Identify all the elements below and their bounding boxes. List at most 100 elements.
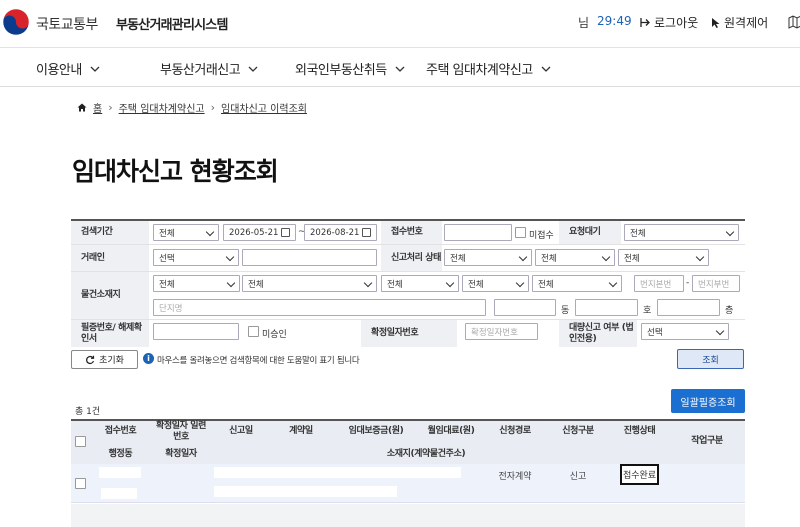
large-report-select[interactable]: 선택 [641,323,729,340]
period-type-select[interactable]: 전체 [153,224,219,241]
addr-select-2[interactable]: 전체 [242,275,377,292]
page-title: 임대차신고 현황조회 [72,157,279,186]
refresh-icon [86,355,95,364]
confirm-date-no-label: 확정일자번호 [361,320,457,347]
ho-input[interactable] [575,299,638,316]
process-status-select-3[interactable]: 전체 [618,249,709,266]
unreceived-checkbox[interactable] [515,227,526,238]
chevron-down-icon [395,66,405,72]
nav-item-lease-report[interactable]: 주택 임대차계약신고 [426,59,551,78]
col-address: 소재지(계약물건주소) [386,449,466,459]
col-receipt-no: 접수번호 [104,426,137,436]
dong-input[interactable] [494,299,556,316]
cert-no-input[interactable] [153,323,239,340]
cert-no-label: 필증번호/ 해제확인서 [71,320,149,347]
party-label: 거래인 [71,245,149,271]
col-work-type: 작업구분 [691,436,723,446]
request-wait-select[interactable]: 전체 [624,224,739,241]
col-monthly-rent: 월임대료(원) [427,426,475,436]
date-from-input[interactable]: 2026-05-21 [223,224,296,241]
search-form: 검색기간 전체 2026-05-21 ~ 2026-08-21 접수번호 미접수… [71,219,745,347]
breadcrumb-lease-history[interactable]: 임대차신고 이력조회 [221,100,307,115]
party-select[interactable]: 선택 [153,249,239,266]
reset-button[interactable]: 초기화 [71,350,138,369]
floor-label: 층 [725,306,734,316]
complex-name-placeholder: 단지명 [159,303,183,314]
total-count: 총 1건 [75,407,101,417]
process-status-select-2[interactable]: 전체 [535,249,615,266]
party-name-input[interactable] [242,249,377,266]
property-location-label: 물건소재지 [71,272,149,319]
addr-select-4[interactable]: 전체 [462,275,529,292]
ministry-logo[interactable] [2,8,30,36]
select-all-checkbox[interactable] [75,436,86,447]
dong-label: 동 [561,306,570,316]
logout-button[interactable]: 로그아웃 [640,14,698,31]
ministry-name[interactable]: 국토교통부 [36,14,98,34]
addr-select-1[interactable]: 전체 [153,275,240,292]
col-channel: 신청경로 [499,426,531,436]
chevron-down-icon [541,66,551,72]
bulk-certificate-button[interactable]: 일괄필증조회 [671,389,745,413]
cell-status[interactable]: 접수완료 [620,464,659,485]
bunji-main-placeholder: 번지본번 [640,279,672,290]
search-button[interactable]: 조회 [677,349,744,369]
chevron-right-icon: › [210,101,215,114]
receipt-no-input[interactable] [444,224,512,241]
chevron-down-icon [90,66,100,72]
system-name[interactable]: 부동산거래관리시스템 [116,14,228,33]
date-to-input[interactable]: 2026-08-21 [304,224,377,241]
nav-item-guide[interactable]: 이용안내 [36,59,100,78]
confirm-date-no-input[interactable]: 확정일자번호 [465,323,538,340]
cell-report-type: 신고 [569,472,587,482]
date-to-value: 2026-08-21 [310,227,360,238]
calendar-icon[interactable] [281,228,290,237]
complex-name-input[interactable]: 단지명 [153,299,486,316]
col-confirm-date: 확정일자 [165,449,197,459]
reset-label: 초기화 [99,356,124,366]
nav-item-label: 주택 임대차계약신고 [426,63,533,78]
help-info-text: 마우스를 올려놓으면 검색항목에 대한 도움말이 표기 됩니다 [157,356,360,366]
row-checkbox[interactable] [75,478,86,489]
unapproved-label: 미승인 [262,330,287,340]
unapproved-checkbox[interactable] [248,326,259,337]
redacted-address [214,486,397,497]
nav-item-label: 이용안내 [36,63,82,78]
breadcrumb-home[interactable]: 홈 [93,100,102,115]
date-from-value: 2026-05-21 [229,227,279,238]
unreceived-label: 미접수 [529,231,554,241]
top-header: 국토교통부 부동산거래관리시스템 님 29:49 로그아웃 원격제어 [0,0,800,48]
session-timer: 29:49 [597,14,632,28]
chevron-right-icon: › [108,101,113,114]
ho-label: 호 [643,306,652,316]
nav-item-real-estate-report[interactable]: 부동산거래신고 [160,59,258,78]
home-icon [77,103,87,112]
nav-item-foreign-acquisition[interactable]: 외국인부동산취득 [295,59,405,78]
floor-input[interactable] [657,299,720,316]
col-contract-date: 계약일 [289,426,313,436]
calendar-icon[interactable] [362,228,371,237]
breadcrumb-lease-report[interactable]: 주택 임대차계약신고 [119,100,205,115]
addr-select-5[interactable]: 전체 [532,275,622,292]
redacted-receipt-no [99,467,141,478]
nav-item-label: 부동산거래신고 [160,63,241,78]
info-icon: i [143,353,154,364]
process-status-label: 신고처리 상태 [381,245,442,271]
sitemap-icon[interactable] [788,15,800,29]
remote-control-button[interactable]: 원격제어 [711,14,768,31]
cursor-icon [712,17,720,28]
addr-select-3[interactable]: 전체 [381,275,459,292]
bunji-main-input[interactable]: 번지본번 [634,275,684,292]
results-table: 접수번호 확정일자 일련번호 신고일 계약일 임대보증금(원) 월임대료(원) … [71,419,745,527]
col-deposit: 임대보증금(원) [348,426,404,436]
col-report-type: 신청구분 [562,426,594,436]
chevron-down-icon [248,66,258,72]
table-row[interactable]: 전자계약 신고 접수완료 [71,464,745,503]
process-status-select-1[interactable]: 전체 [444,249,532,266]
search-period-label: 검색기간 [71,221,149,244]
bunji-sub-input[interactable]: 번지부번 [692,275,740,292]
col-confirm-serial: 확정일자 일련번호 [156,421,207,442]
col-report-date: 신고일 [229,426,253,436]
request-wait-label: 요청대기 [559,221,621,244]
nav-item-label: 외국인부동산취득 [295,63,387,78]
